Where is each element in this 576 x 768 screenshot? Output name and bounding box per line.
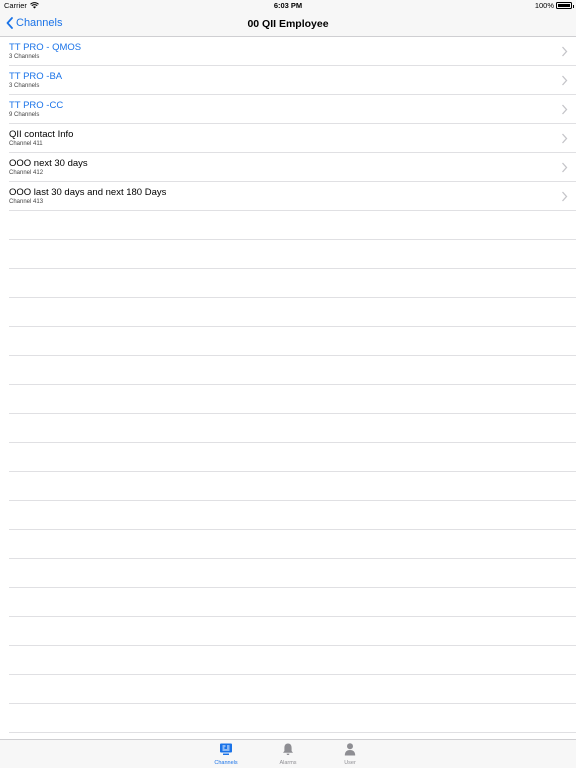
empty-table-rows: [9, 211, 576, 738]
user-icon: [344, 743, 356, 756]
channels-icon: [220, 743, 232, 755]
chevron-right-icon: [562, 104, 568, 115]
tab-channels[interactable]: Channels: [204, 742, 248, 766]
list-item[interactable]: OOO last 30 days and next 180 Days Chann…: [9, 182, 576, 211]
list-item-subtitle: 3 Channels: [9, 54, 40, 60]
list-item-title: TT PRO -BA: [9, 71, 63, 82]
list-item-title: TT PRO -CC: [9, 100, 64, 111]
battery-percentage: 100%: [534, 1, 554, 10]
list-item[interactable]: OOO next 30 days Channel 412: [9, 153, 576, 182]
chevron-right-icon: [562, 133, 568, 144]
list-item[interactable]: TT PRO -BA 3 Channels: [9, 66, 576, 95]
list-item-subtitle: Channel 413: [9, 199, 44, 205]
channel-list: TT PRO - QMOS 3 Channels TT PRO -BA 3 Ch…: [0, 37, 576, 211]
page-title: 00 QII Employee: [247, 18, 329, 30]
tab-alarms[interactable]: Alarms: [266, 742, 310, 766]
status-bar: Carrier 6:03 PM 100%: [0, 0, 576, 12]
battery-icon: [556, 2, 574, 9]
list-item[interactable]: QII contact Info Channel 411: [9, 124, 576, 153]
bell-icon: [283, 743, 293, 755]
list-item[interactable]: TT PRO -CC 9 Channels: [9, 95, 576, 124]
list-item-title: OOO last 30 days and next 180 Days: [9, 187, 167, 198]
chevron-right-icon: [562, 191, 568, 202]
chevron-right-icon: [562, 75, 568, 86]
list-item-subtitle: 9 Channels: [9, 112, 40, 118]
list-item-title: OOO next 30 days: [9, 158, 88, 169]
tab-user[interactable]: User: [328, 742, 372, 766]
list-item-subtitle: 3 Channels: [9, 83, 40, 89]
navigation-bar: Channels 00 QII Employee: [0, 12, 576, 37]
status-right: 100%: [534, 1, 574, 10]
chevron-right-icon: [562, 162, 568, 173]
chevron-right-icon: [562, 46, 568, 57]
list-item-title: TT PRO - QMOS: [9, 42, 82, 53]
tab-label: User: [344, 760, 356, 766]
tab-label: Alarms: [279, 760, 297, 766]
tab-label: Channels: [214, 760, 238, 766]
list-item[interactable]: TT PRO - QMOS 3 Channels: [9, 37, 576, 66]
list-item-title: QII contact Info: [9, 129, 74, 140]
list-item-subtitle: Channel 411: [9, 141, 43, 147]
list-item-subtitle: Channel 412: [9, 170, 44, 176]
status-time: 6:03 PM: [273, 1, 303, 10]
tab-bar: Channels Alarms User: [0, 739, 576, 768]
